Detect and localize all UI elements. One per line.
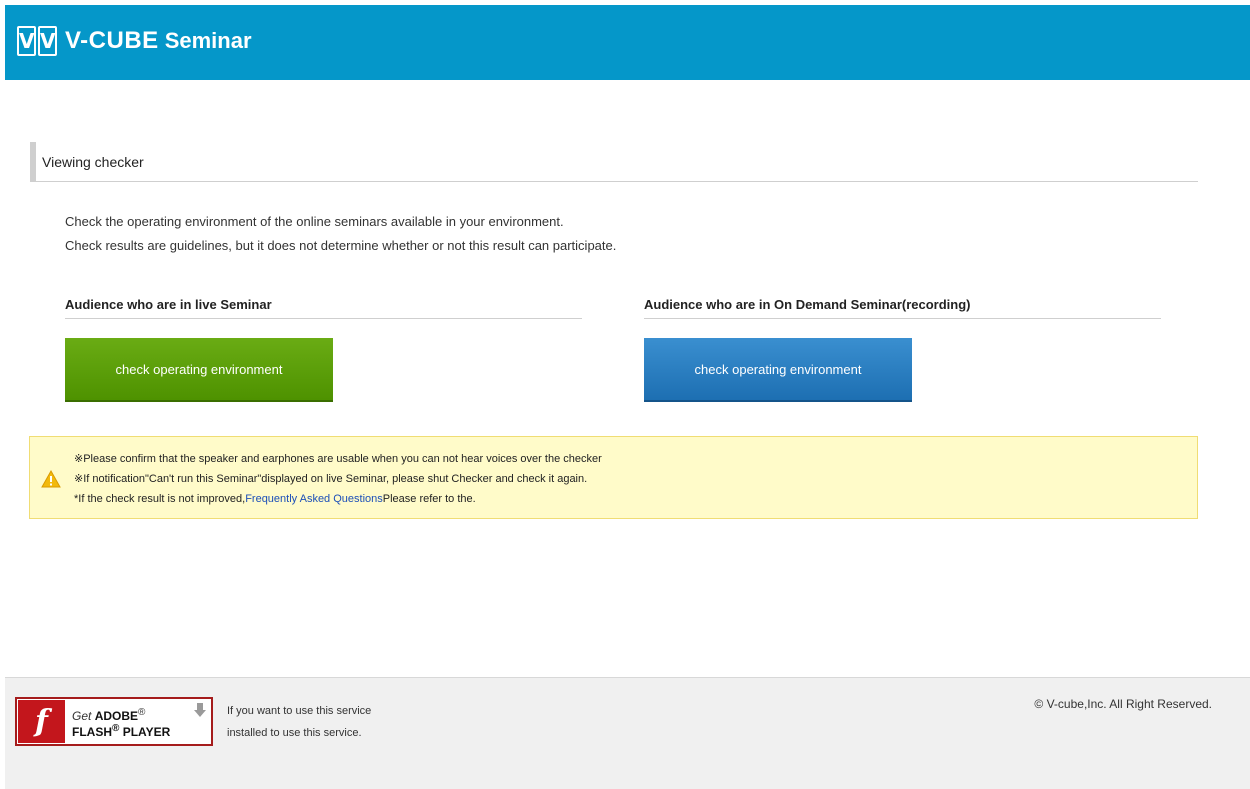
flash-get-text: Get: [72, 709, 92, 723]
notice-text: ※Please confirm that the speaker and ear…: [74, 449, 602, 509]
live-seminar-column: Audience who are in live Seminar check o…: [65, 295, 582, 400]
flash-adobe-text: ADOBE: [94, 709, 139, 723]
section-title-text: Viewing checker: [42, 154, 144, 170]
footer-note: If you want to use this service installe…: [227, 700, 371, 744]
on-demand-column: Audience who are in On Demand Seminar(re…: [644, 295, 1161, 400]
section-title: Viewing checker: [30, 142, 1198, 182]
flash-get-adobe: Get ADOBE®: [72, 707, 146, 723]
get-flash-player-badge[interactable]: f Get ADOBE® FLASH® PLAYER: [15, 697, 213, 746]
product-name: Seminar: [164, 28, 252, 53]
notice-box: ※Please confirm that the speaker and ear…: [29, 436, 1198, 519]
logo-letter-2: V: [38, 26, 57, 56]
on-demand-check-button[interactable]: check operating environment: [644, 338, 912, 400]
notice-line-3-suffix: Please refer to the.: [382, 493, 476, 505]
notice-line-3-prefix: *If the check result is not improved,: [74, 493, 246, 505]
header-bar: V V V-CUBE Seminar: [5, 5, 1250, 80]
notice-line-3: *If the check result is not improved,Fre…: [74, 489, 602, 509]
player-text: PLAYER: [122, 725, 171, 739]
notice-line-2: ※If notification"Can't run this Seminar"…: [74, 473, 588, 485]
warning-icon: [41, 470, 61, 488]
flash-text: FLASH: [72, 725, 112, 739]
flash-player-text: FLASH® PLAYER: [72, 723, 171, 739]
download-arrow-icon: [194, 703, 206, 717]
v-cube-logo[interactable]: V V V-CUBE Seminar: [17, 23, 252, 59]
footer: f Get ADOBE® FLASH® PLAYER If you want t…: [5, 677, 1250, 789]
flash-logo-icon: f: [18, 700, 65, 743]
description-line-1: Check the operating environment of the o…: [65, 214, 564, 229]
description: Check the operating environment of the o…: [65, 210, 616, 258]
logo-letter-1: V: [17, 26, 36, 56]
faq-link[interactable]: Frequently Asked Questions: [245, 493, 383, 505]
brand-name: V-CUBE: [65, 27, 159, 54]
on-demand-heading: Audience who are in On Demand Seminar(re…: [644, 295, 1161, 319]
logo-text: V-CUBE Seminar: [65, 27, 252, 55]
notice-line-1: ※Please confirm that the speaker and ear…: [74, 453, 602, 465]
copyright: © V-cube,Inc. All Right Reserved.: [1034, 697, 1212, 711]
footer-note-line-2: installed to use this service.: [227, 727, 362, 739]
live-seminar-heading: Audience who are in live Seminar: [65, 295, 582, 319]
description-line-2: Check results are guidelines, but it doe…: [65, 238, 617, 253]
live-check-button[interactable]: check operating environment: [65, 338, 333, 400]
logo-mark-icon: V V: [17, 24, 57, 58]
footer-note-line-1: If you want to use this service: [227, 705, 372, 717]
